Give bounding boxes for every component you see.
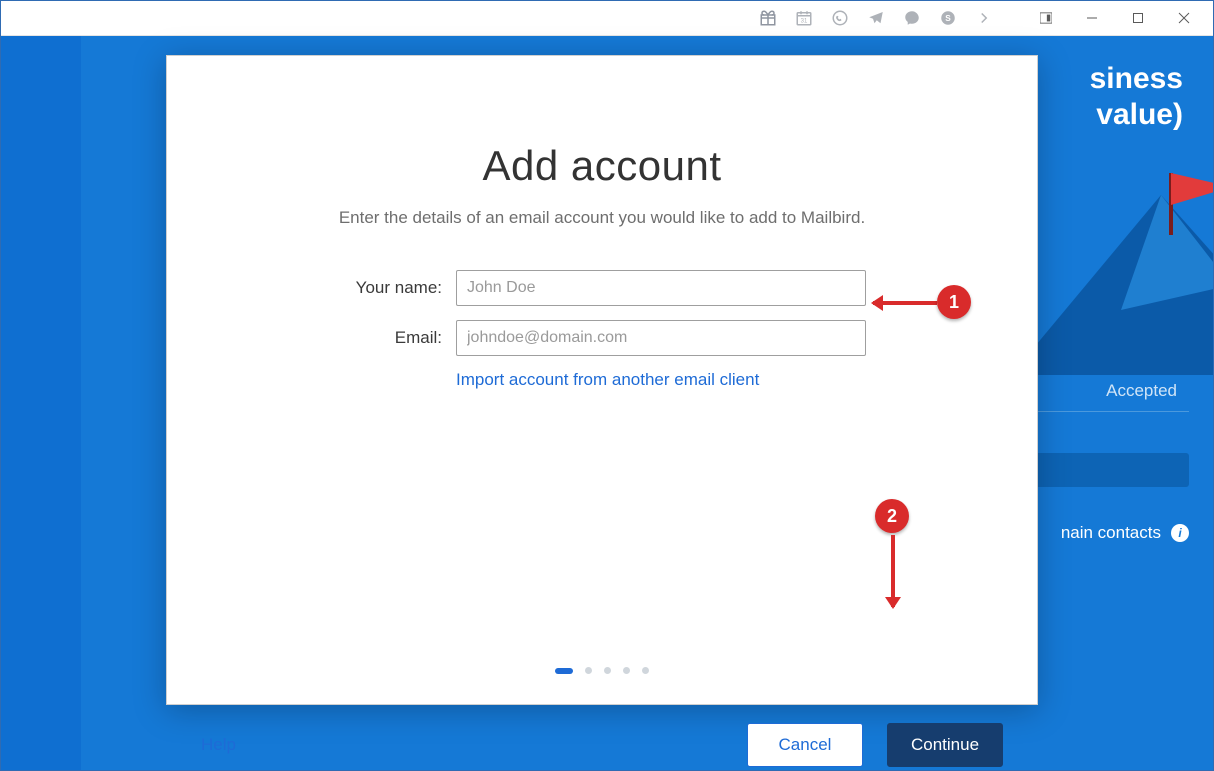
continue-button[interactable]: Continue — [887, 723, 1003, 767]
tab-accepted[interactable]: Accepted — [1106, 381, 1177, 401]
modal-title: Add account — [167, 142, 1037, 190]
cancel-button[interactable]: Cancel — [747, 723, 863, 767]
pager-step-3 — [604, 667, 611, 674]
callout-2: 2 — [873, 499, 913, 619]
modal-subtitle: Enter the details of an email account yo… — [167, 208, 1037, 228]
name-input[interactable] — [456, 270, 866, 306]
info-icon[interactable]: i — [1171, 524, 1189, 542]
promo-button-stub[interactable] — [1029, 453, 1189, 487]
window-controls — [1023, 1, 1207, 35]
pager-step-5 — [642, 667, 649, 674]
telegram-icon[interactable] — [867, 9, 885, 27]
skype-icon[interactable]: S — [939, 9, 957, 27]
domain-contacts-label: nain contacts — [1061, 523, 1161, 543]
email-input[interactable] — [456, 320, 866, 356]
account-form: Your name: Email: Import account from an… — [302, 270, 902, 390]
minimize-button[interactable] — [1069, 1, 1115, 35]
help-link[interactable]: Help — [201, 735, 236, 755]
svg-text:S: S — [945, 14, 951, 23]
whatsapp-icon[interactable] — [831, 9, 849, 27]
close-button[interactable] — [1161, 1, 1207, 35]
pager-step-2 — [585, 667, 592, 674]
titlebar-app-icons: 31 S — [759, 9, 993, 27]
sidebar-stub — [1, 35, 81, 770]
import-account-link[interactable]: Import account from another email client — [456, 370, 902, 390]
calendar-icon[interactable]: 31 — [795, 9, 813, 27]
tab-underline — [1029, 411, 1189, 412]
callout-1-number: 1 — [937, 285, 971, 319]
step-pager — [167, 667, 1037, 674]
pager-step-4 — [623, 667, 630, 674]
domain-contacts-row[interactable]: nain contacts i — [1061, 523, 1189, 543]
more-icon[interactable] — [975, 9, 993, 27]
reader-button[interactable] — [1023, 1, 1069, 35]
callout-1: 1 — [867, 283, 977, 323]
gift-icon[interactable] — [759, 9, 777, 27]
pager-step-1 — [555, 668, 573, 674]
titlebar: 31 S — [1, 1, 1213, 36]
name-label: Your name: — [302, 278, 456, 298]
app-window: 31 S — [0, 0, 1214, 771]
modal-footer: Help Cancel Continue — [167, 700, 1037, 771]
messenger-icon[interactable] — [903, 9, 921, 27]
svg-text:31: 31 — [801, 19, 808, 25]
callout-2-number: 2 — [875, 499, 909, 533]
email-label: Email: — [302, 328, 456, 348]
maximize-button[interactable] — [1115, 1, 1161, 35]
